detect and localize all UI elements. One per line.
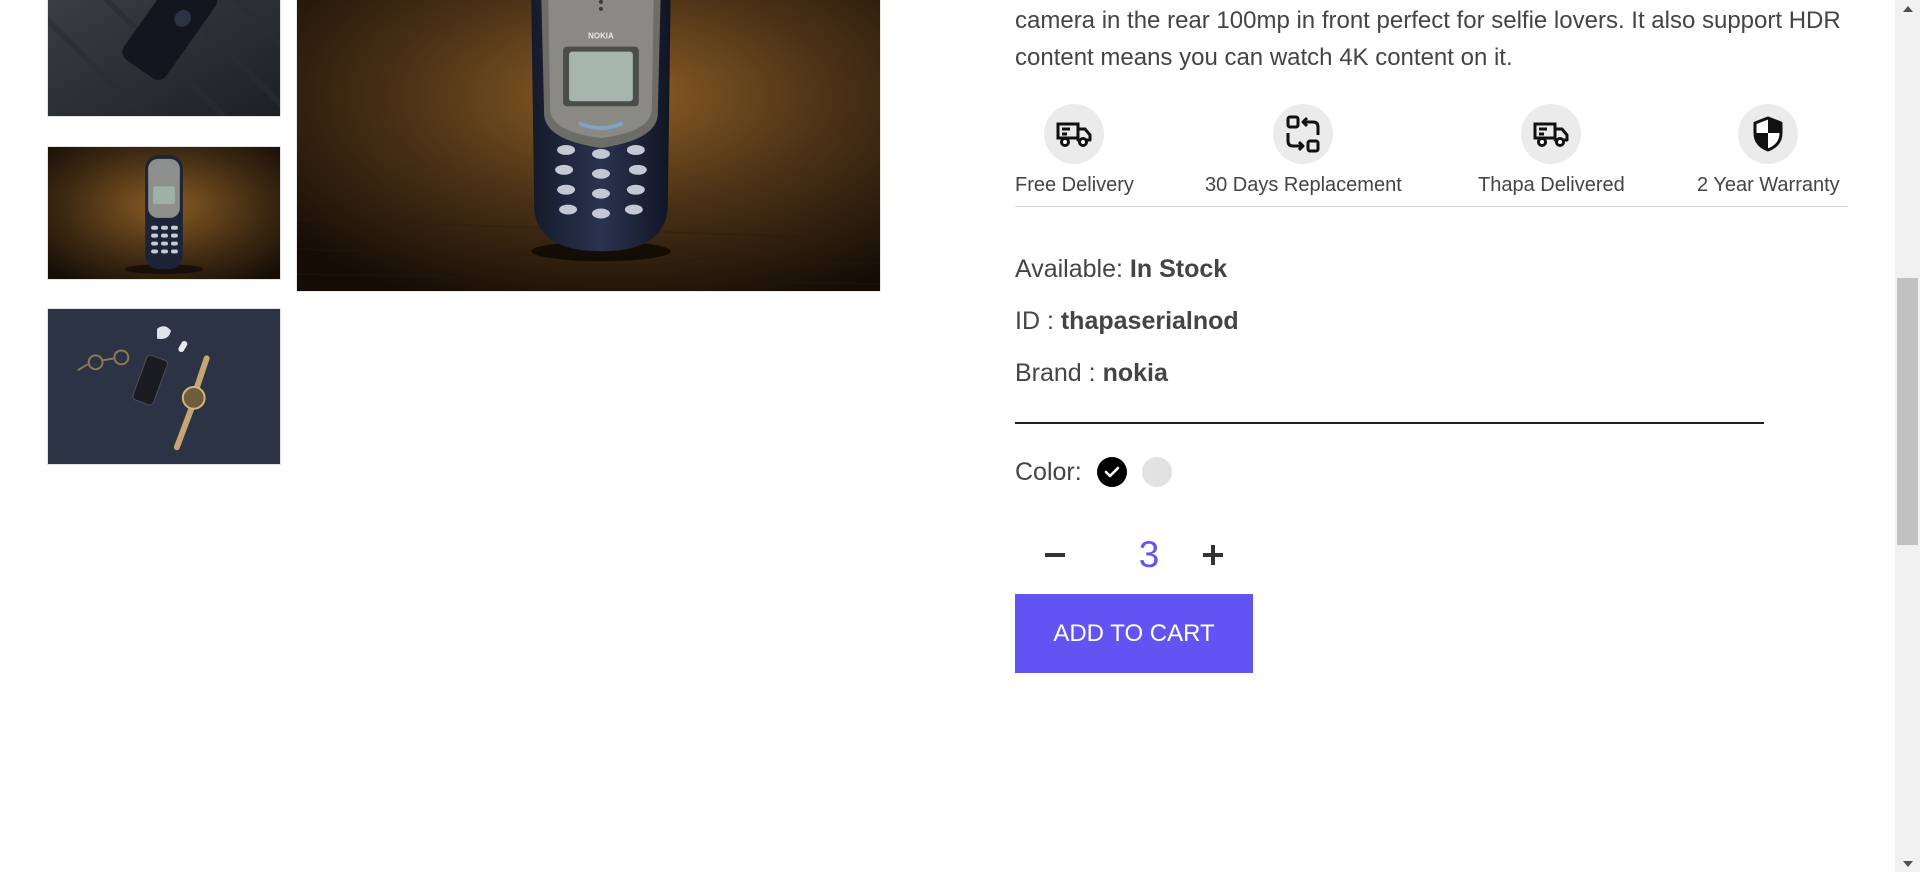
svg-text:NOKIA: NOKIA: [588, 32, 614, 41]
service-label: Thapa Delivered: [1478, 174, 1625, 196]
color-picker: Color:: [1015, 457, 1172, 487]
checkmark-icon: [1104, 466, 1119, 478]
vertical-scrollbar[interactable]: [1895, 0, 1920, 872]
truck-icon: [1056, 122, 1092, 147]
quantity-stepper: 3: [1015, 530, 1240, 582]
iphone-on-wood-image: [48, 0, 280, 116]
service-label: 2 Year Warranty: [1697, 174, 1840, 196]
service-free-delivery: Free Delivery: [1015, 104, 1134, 197]
color-label: Color:: [1015, 457, 1082, 486]
gallery-thumbnail-iphone[interactable]: [47, 0, 281, 117]
nokia-phone-large-image: NOKIA: [297, 0, 880, 291]
brand-label: Brand :: [1015, 359, 1096, 387]
service-icon-circle: [1521, 104, 1582, 164]
availability-row: Available: In Stock: [1015, 255, 1227, 284]
gallery-thumbnail-accessories[interactable]: [47, 308, 281, 465]
availability-value: In Stock: [1129, 255, 1228, 283]
scrollbar-thumb[interactable]: [1897, 278, 1918, 545]
quantity-value: 3: [1138, 534, 1160, 575]
service-label: Free Delivery: [1015, 174, 1134, 196]
service-label: 30 Days Replacement: [1205, 174, 1402, 196]
product-page: NOKIA camera in the rear 100mp in front …: [0, 0, 1920, 872]
add-to-cart-button[interactable]: ADD TO CART: [1015, 594, 1253, 673]
phone-watch-glasses-image: [48, 309, 280, 464]
decrease-quantity-button[interactable]: [1038, 538, 1072, 572]
scroll-up-arrow-icon[interactable]: [1895, 0, 1920, 17]
replace-arrows-icon: [1286, 115, 1320, 153]
color-swatch-black[interactable]: [1096, 457, 1127, 487]
service-icon-circle: [1738, 104, 1799, 164]
product-id-label: ID :: [1015, 307, 1054, 335]
service-icon-circle: [1273, 104, 1334, 164]
color-swatch-grey[interactable]: [1141, 457, 1172, 487]
main-product-image: NOKIA: [296, 0, 881, 292]
product-description: camera in the rear 100mp in front perfec…: [1015, 7, 1841, 71]
scroll-down-arrow-icon[interactable]: [1895, 855, 1920, 872]
product-id-row: ID : thapaserialnod: [1015, 307, 1239, 336]
gallery-thumbnail-nokia[interactable]: [47, 146, 281, 280]
plus-icon: [1203, 545, 1223, 565]
service-warranty: 2 Year Warranty: [1697, 104, 1840, 197]
product-id-value: thapaserialnod: [1060, 307, 1239, 335]
section-divider: [1015, 422, 1764, 424]
service-thapa-delivered: Thapa Delivered: [1478, 104, 1625, 197]
minus-icon: [1045, 553, 1065, 557]
brand-row: Brand : nokia: [1015, 359, 1168, 388]
services-strip: Free Delivery 30 Days Replacement Thapa …: [1015, 104, 1848, 207]
shield-icon: [1753, 116, 1783, 152]
truck-icon: [1533, 122, 1569, 147]
availability-label: Available:: [1015, 255, 1123, 283]
nokia-phone-thumbnail-image: [48, 147, 280, 279]
service-icon-circle: [1044, 104, 1105, 164]
brand-value: nokia: [1102, 359, 1168, 387]
increase-quantity-button[interactable]: [1196, 538, 1230, 572]
service-replacement: 30 Days Replacement: [1205, 104, 1402, 197]
